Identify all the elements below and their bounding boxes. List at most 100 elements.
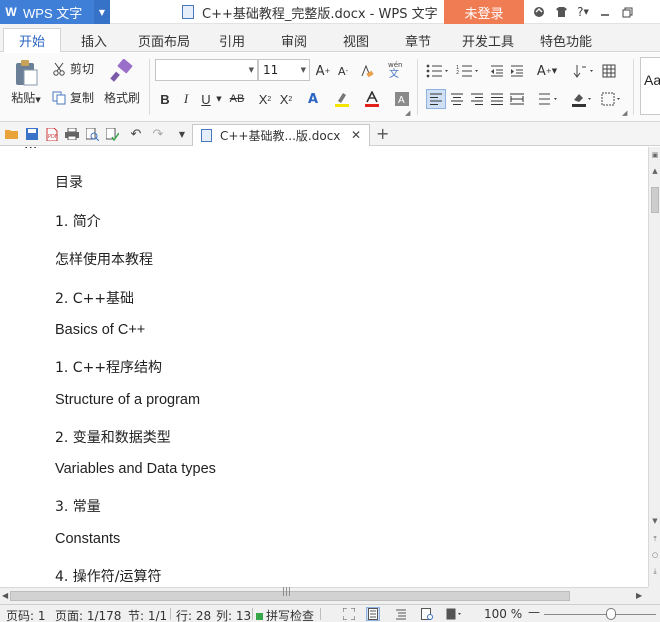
undo-icon[interactable]: ↶ — [128, 126, 144, 142]
tab-features[interactable]: 特色功能 — [534, 28, 598, 52]
justify-button[interactable] — [488, 89, 506, 109]
format-painter-button[interactable]: 格式刷 — [102, 59, 142, 106]
minimize-icon[interactable] — [594, 0, 616, 24]
new-tab-icon[interactable]: + — [376, 124, 389, 143]
status-section[interactable]: 节: 1/1 — [128, 607, 167, 622]
paste-button[interactable]: 粘贴▼ — [6, 59, 46, 106]
pinyin-icon[interactable]: wén 文 — [384, 59, 410, 79]
login-button[interactable]: 未登录 — [444, 0, 524, 24]
increase-indent-icon[interactable] — [508, 61, 526, 81]
italic-button[interactable]: I — [177, 89, 195, 109]
underline-button[interactable]: U — [198, 89, 214, 109]
font-size-select[interactable]: 11 ▼ — [258, 59, 310, 81]
select-browse-object-icon[interactable]: ○ — [650, 549, 660, 561]
sort-icon[interactable] — [570, 61, 598, 81]
skin-icon[interactable] — [528, 0, 550, 24]
paragraph-dialog-launcher-icon[interactable]: ◢ — [622, 109, 627, 117]
print-preview-icon[interactable] — [84, 126, 100, 142]
horizontal-scrollbar[interactable]: ◀ ||| ▶ — [0, 587, 648, 604]
zoom-slider-thumb[interactable] — [606, 608, 616, 620]
numbered-list-icon[interactable]: 12 — [454, 61, 482, 81]
char-shading-icon[interactable]: A — [394, 89, 410, 109]
status-column[interactable]: 列: 13 — [216, 607, 251, 622]
spell-check-toggle[interactable]: 拼写检查 — [256, 607, 314, 622]
align-right-button[interactable] — [468, 89, 486, 109]
tab-page-layout[interactable]: 页面布局 — [132, 28, 196, 52]
app-name: WPS 文字 — [23, 5, 83, 21]
chevron-down-icon[interactable]: ▼ — [94, 0, 110, 24]
highlight-icon[interactable] — [332, 89, 352, 109]
page-view-icon[interactable] — [366, 607, 380, 621]
border-icon[interactable] — [598, 89, 626, 109]
restore-icon[interactable] — [616, 0, 638, 24]
previous-page-icon[interactable]: ⤒ — [650, 533, 660, 545]
tab-chapter[interactable]: 章节 — [398, 28, 438, 52]
zoom-slider-track[interactable] — [544, 614, 656, 615]
text-effect-icon[interactable]: A — [304, 89, 322, 109]
vertical-scrollbar[interactable]: ▣ ▲ ▼ ⤒ ○ ⤓ — [648, 147, 660, 587]
web-view-icon[interactable] — [420, 607, 434, 621]
superscript-button[interactable]: X2 — [256, 89, 274, 109]
close-icon[interactable]: ✕ — [351, 128, 361, 142]
shirt-icon[interactable] — [550, 0, 572, 24]
line-spacing-icon[interactable] — [536, 89, 562, 109]
outline-view-icon[interactable] — [394, 607, 408, 621]
chevron-down-icon: ▼ — [300, 66, 306, 74]
copy-button[interactable]: 复制 — [52, 89, 94, 106]
help-icon[interactable]: ? ▼ — [572, 0, 594, 24]
save-icon[interactable] — [24, 126, 40, 142]
distribute-button[interactable] — [508, 89, 526, 109]
zoom-level[interactable]: 100 % — [484, 607, 522, 621]
export-pdf-icon[interactable]: PDF — [44, 126, 60, 142]
strikethrough-button[interactable]: AB — [226, 89, 248, 109]
reading-view-icon[interactable] — [444, 607, 466, 621]
tab-home[interactable]: 开始 — [3, 28, 61, 52]
zoom-out-icon[interactable]: — — [528, 605, 540, 619]
status-page-count[interactable]: 页面: 1/178 — [55, 607, 121, 622]
chevron-down-icon[interactable]: ▼ — [174, 126, 190, 142]
shading-icon[interactable] — [568, 89, 596, 109]
align-left-button[interactable] — [426, 89, 446, 109]
tab-view[interactable]: 视图 — [336, 28, 376, 52]
clear-format-icon[interactable] — [358, 61, 376, 81]
scroll-left-icon[interactable]: ◀ — [2, 591, 8, 600]
scroll-right-icon[interactable]: ▶ — [636, 591, 642, 600]
font-name-select[interactable]: ▼ — [155, 59, 258, 81]
tab-insert[interactable]: 插入 — [72, 28, 116, 52]
open-folder-icon[interactable] — [4, 126, 20, 142]
tab-references[interactable]: 引用 — [212, 28, 252, 52]
status-page-number[interactable]: 页码: 1 — [6, 607, 46, 622]
vertical-scroll-thumb[interactable] — [651, 187, 659, 213]
spell-check-icon[interactable] — [104, 126, 120, 142]
document-area[interactable]: ... 目录 1. 简介 怎样使用本教程 2. C++基础 Basics of … — [0, 147, 648, 587]
cut-button[interactable]: 剪切 — [52, 60, 94, 77]
change-case-icon[interactable]: A + ▼ — [532, 61, 562, 81]
print-icon[interactable] — [64, 126, 80, 142]
align-center-button[interactable] — [448, 89, 466, 109]
style-gallery[interactable]: Aa — [640, 57, 660, 115]
subscript-button[interactable]: X2 — [277, 89, 295, 109]
bullet-list-icon[interactable] — [424, 61, 452, 81]
document-tab[interactable]: C++基础教...版.docx ✕ — [192, 124, 370, 146]
font-color-icon[interactable] — [362, 89, 382, 109]
shrink-font-button[interactable]: A- — [334, 61, 352, 81]
table-icon[interactable] — [600, 61, 618, 81]
next-page-icon[interactable]: ⤓ — [650, 565, 660, 577]
split-view-icon[interactable]: ▣ — [650, 149, 660, 161]
decrease-indent-icon[interactable] — [488, 61, 506, 81]
app-menu-button[interactable]: W WPS 文字 ▼ — [0, 0, 110, 24]
chevron-down-icon[interactable]: ▼ — [214, 89, 224, 109]
scroll-up-icon[interactable]: ▲ — [650, 165, 660, 177]
paste-label: 粘贴 — [11, 91, 36, 105]
grow-font-button[interactable]: A + — [314, 61, 332, 81]
bold-button[interactable]: B — [156, 89, 174, 109]
focus-mode-icon[interactable] — [342, 607, 356, 621]
tab-review[interactable]: 审阅 — [274, 28, 314, 52]
document-paragraph: Basics of C++ — [55, 322, 146, 338]
tab-developer[interactable]: 开发工具 — [456, 28, 520, 52]
status-row[interactable]: 行: 28 — [176, 607, 211, 622]
document-icon — [182, 5, 194, 19]
scroll-down-icon[interactable]: ▼ — [650, 515, 660, 527]
redo-icon[interactable]: ↷ — [150, 126, 166, 142]
font-dialog-launcher-icon[interactable]: ◢ — [405, 109, 410, 117]
